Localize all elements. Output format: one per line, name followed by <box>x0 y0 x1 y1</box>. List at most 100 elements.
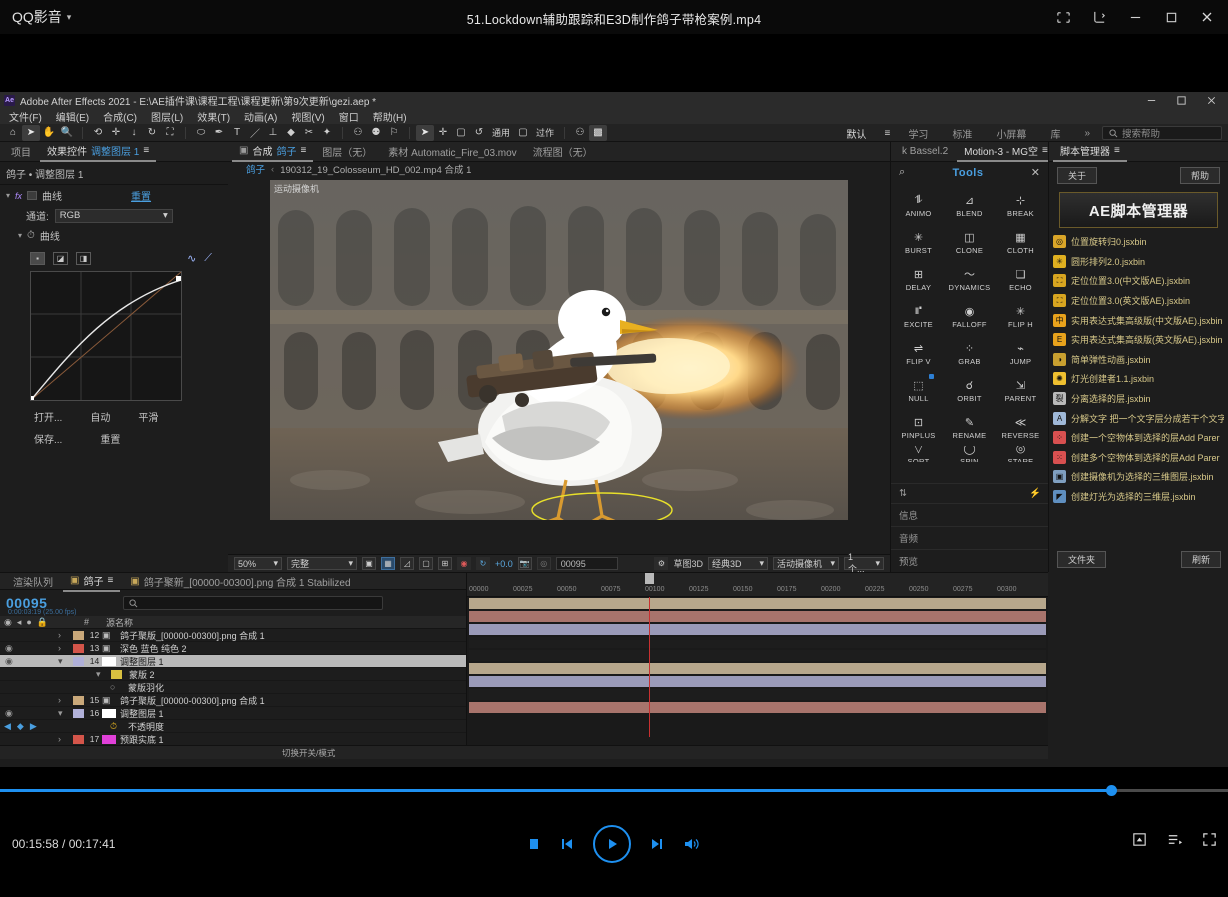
tool-sort[interactable]: ▽SORT <box>893 446 944 462</box>
expand-arrow-icon[interactable]: › <box>58 630 70 640</box>
point-tool-icon[interactable]: ▪ <box>30 252 45 265</box>
tool-delay[interactable]: ⊞DELAY <box>893 261 944 298</box>
tab-effect-controls[interactable]: 效果控件 调整图层 1 ≡ <box>40 141 156 162</box>
layer-color-swatch[interactable] <box>73 644 84 653</box>
snapping-select-icon[interactable]: ➤ <box>416 125 434 141</box>
list-item[interactable]: ⁘创建一个空物体到选择的层Add Parer <box>1049 428 1228 448</box>
zoom-level-select[interactable]: 50%▾ <box>234 557 282 570</box>
list-item[interactable]: A分解文字 把一个文字层分成若干个文字 <box>1049 408 1228 428</box>
camera-select[interactable]: 活动摄像机▾ <box>773 557 839 570</box>
list-item[interactable]: ▦创建调节图层多个CreateSeveralTrimmedA <box>1049 506 1228 508</box>
panel-tab-audio[interactable]: 音频 <box>891 526 1049 549</box>
fast-preview-icon[interactable]: ⚙ <box>654 557 668 570</box>
play-button[interactable] <box>593 825 631 863</box>
selection-tool-icon[interactable]: ➤ <box>22 125 40 141</box>
tool-flip-v[interactable]: ⇌FLIP V <box>893 335 944 372</box>
pen-tool-icon[interactable]: ✒ <box>210 125 228 141</box>
previous-button[interactable] <box>559 836 575 852</box>
row-switches[interactable]: ◉ <box>0 643 58 654</box>
fullscreen-icon[interactable] <box>1201 831 1218 853</box>
menu-window[interactable]: 窗口 <box>333 108 365 125</box>
refresh-button[interactable]: 刷新 <box>1181 551 1221 568</box>
tab-script-manager[interactable]: 脚本管理器 ≡ <box>1053 141 1127 162</box>
panel-menu-icon[interactable]: ≡ <box>300 145 306 156</box>
zoom-tool-icon[interactable]: 🔍 <box>58 125 76 141</box>
ae-minimize-icon[interactable] <box>1136 92 1166 109</box>
cut-icon[interactable] <box>1082 2 1116 32</box>
folder-button[interactable]: 文件夹 <box>1057 551 1106 568</box>
exposure-value[interactable]: +0.0 <box>495 559 513 569</box>
timeline-search-field[interactable] <box>123 596 383 610</box>
puppet-advanced-icon[interactable]: ⚇ <box>571 125 589 141</box>
layer-color-swatch[interactable] <box>73 709 84 718</box>
curve-reset-button[interactable]: 重置 <box>100 431 120 446</box>
breadcrumb-comp[interactable]: 鸽子 <box>246 162 265 176</box>
hamburger-icon[interactable]: ≡ <box>1114 145 1120 156</box>
stopwatch-icon[interactable]: ⏱ <box>27 230 35 241</box>
curve-property-row[interactable]: ▾ ⏱ 曲线 <box>0 225 228 246</box>
list-item[interactable]: ▣创建摄像机为选择的三维图层.jsxbin <box>1049 467 1228 487</box>
chevron-down-icon[interactable]: ▾ <box>18 231 22 240</box>
tool-cloth[interactable]: ▦CLOTH <box>995 224 1046 261</box>
rect-mask-icon[interactable]: ▢ <box>452 125 470 141</box>
expand-arrow-icon[interactable]: ▾ <box>58 656 70 667</box>
layer-bar[interactable] <box>469 611 1046 622</box>
panel-menu-icon[interactable]: ≡ <box>1042 145 1048 156</box>
curve-save-button[interactable]: 保存... <box>34 431 62 446</box>
keyframe-diamond-icon[interactable]: ◆ <box>17 721 24 732</box>
tool-excite[interactable]: ⑈EXCITE <box>893 298 944 335</box>
pencil-tool-icon[interactable]: ◪ <box>53 252 68 265</box>
next-button[interactable] <box>649 836 665 852</box>
tool-falloff[interactable]: ◉FALLOFF <box>944 298 995 335</box>
list-item[interactable]: E实用表达式集高级版(英文版AE).jsxbin <box>1049 330 1228 350</box>
tab-composition[interactable]: ▣ 合成 鸽子 ≡ <box>232 141 313 162</box>
tab-project[interactable]: 项目 <box>4 142 38 161</box>
puppet-pin-tool-icon[interactable]: ✦ <box>318 125 336 141</box>
workspace-tab-learn[interactable]: 学习 <box>896 124 940 143</box>
tool-orbit[interactable]: ☌ORBIT <box>944 372 995 409</box>
keyframe-nav[interactable]: ◀◆▶ <box>0 721 58 732</box>
effect-enable-checkbox[interactable] <box>27 191 37 200</box>
panel-tab-preview[interactable]: 预览 <box>891 549 1049 572</box>
panel-tab-info[interactable]: 信息 <box>891 503 1049 526</box>
smooth-icon[interactable]: ⟋ <box>204 252 228 265</box>
effect-reset-link[interactable]: 重置 <box>131 188 151 203</box>
expand-arrow-icon[interactable]: ▾ <box>58 708 70 719</box>
clone-stamp-tool-icon[interactable]: ⊥ <box>264 125 282 141</box>
show-snapshot-icon[interactable]: ◎ <box>537 557 551 570</box>
draft-3d-toggle[interactable]: 草图3D <box>673 557 703 570</box>
eraser-tool-icon[interactable]: ◆ <box>282 125 300 141</box>
tool-jump[interactable]: ⌁JUMP <box>995 335 1046 372</box>
minimize-icon[interactable] <box>1118 2 1152 32</box>
tool-dynamics[interactable]: 〜DYNAMICS <box>944 261 995 298</box>
search-icon[interactable]: ⌕ <box>899 166 905 179</box>
curve-open-button[interactable]: 打开... <box>34 409 62 424</box>
mesh-icon[interactable]: ▩ <box>589 125 607 141</box>
stopwatch-icon[interactable]: ○ <box>110 682 124 692</box>
grid-guides-icon[interactable]: ⊞ <box>438 557 452 570</box>
region-of-interest-icon[interactable]: ▣ <box>362 557 376 570</box>
playhead-handle[interactable] <box>645 573 654 584</box>
title-safe-icon[interactable]: ▢ <box>419 557 433 570</box>
tab-timeline-stabilized[interactable]: ▣ 鸽子聚新_[00000-00300].png 合成 1 Stabilized <box>123 572 357 591</box>
comp-lock-icon[interactable]: ▣ <box>239 145 248 156</box>
expand-arrow-icon[interactable]: › <box>58 643 70 653</box>
chevron-down-icon[interactable]: ▾ <box>6 191 10 200</box>
curve-smooth-button[interactable]: 平滑 <box>138 409 158 424</box>
curve-graph[interactable] <box>30 271 182 401</box>
tool-grab[interactable]: ⁘GRAB <box>944 335 995 372</box>
menu-view[interactable]: 视图(V) <box>285 108 330 125</box>
brush-tool-icon[interactable]: ／ <box>246 125 264 141</box>
list-item[interactable]: ◤创建灯光为选择的三维层.jsxbin <box>1049 487 1228 507</box>
workspace-tab-more[interactable]: » <box>1072 126 1102 141</box>
prev-keyframe-icon[interactable]: ◀ <box>4 721 11 732</box>
layer-color-swatch[interactable] <box>73 631 84 640</box>
sort-toggle-icon[interactable]: ⇅ <box>899 488 907 499</box>
effect-item-curves[interactable]: ▾ fx 曲线 重置 <box>0 185 228 206</box>
renderer-select[interactable]: 经典3D▾ <box>708 557 768 570</box>
layer-bar[interactable] <box>469 598 1046 609</box>
layer-bar[interactable] <box>469 676 1046 687</box>
menu-edit[interactable]: 编辑(E) <box>50 108 95 125</box>
snapshot-icon[interactable]: 📷 <box>518 557 532 570</box>
eye-icon[interactable]: ◉ <box>4 617 12 628</box>
